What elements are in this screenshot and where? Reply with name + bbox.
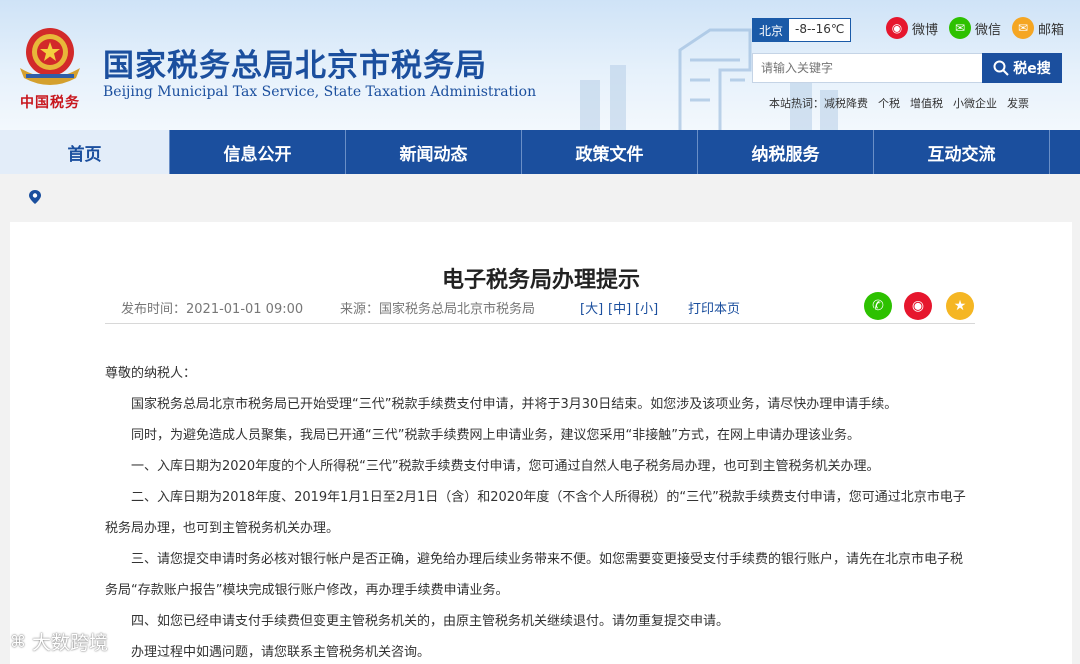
font-size-small[interactable]: [小] [635,298,658,317]
article-meta: 发布时间：2021-01-01 09:00 来源：国家税务总局北京市税务局 [大… [105,298,975,324]
nav-item-info[interactable]: 信息公开 [170,130,346,174]
paragraph: 办理过程中如遇问题，请您联系主管税务机关咨询。 [131,645,431,660]
article-source: 来源：国家税务总局北京市税务局 [340,302,536,317]
publish-time: 发布时间：2021-01-01 09:00 [121,302,304,317]
watermark: ⌘ 大数跨境 [10,628,108,655]
search-button-label: 税e搜 [1013,61,1051,77]
paragraph: 同时，为避免造成人员聚集，我局已开通“三代”税款手续费网上申请业务，建议您采用“… [131,428,860,443]
nav-item-interaction[interactable]: 互动交流 [874,130,1050,174]
weather-temperature: -8--16℃ [789,19,851,41]
paragraph: 国家税务总局北京市税务局已开始受理“三代”税款手续费支付申请，并将于3月30日结… [131,397,898,412]
hot-word[interactable]: 个税 [878,95,900,111]
nav-item-service[interactable]: 纳税服务 [698,130,874,174]
weather-widget: 北京 -8--16℃ [752,18,852,42]
paragraph: 四、如您已经申请支付手续费但变更主管税务机关的，由原主管税务机关继续退付。请勿重… [131,614,730,629]
site-title[interactable]: 国家税务总局北京市税务局 [103,40,487,85]
font-size-medium[interactable]: [中] [608,298,631,317]
emblem-caption: 中国税务 [20,95,80,111]
paragraph: 二、入库日期为2018年度、2019年1月1日至2月1日（含）和2020年度（不… [105,490,966,536]
print-link[interactable]: 打印本页 [688,298,740,317]
article-title: 电子税务局办理提示 [441,268,640,293]
nav-item-home[interactable]: 首页 [0,130,170,174]
weibo-icon: ◉ [886,17,908,39]
paragraph: 三、请您提交申请时务必核对银行帐户是否正确，避免给办理后续业务带来不便。如您需要… [105,552,964,598]
main-nav: 首页 信息公开 新闻动态 政策文件 纳税服务 互动交流 [0,130,1080,174]
wechat-icon: ✉ [949,17,971,39]
weather-city: 北京 [753,19,790,41]
weibo-share-icon[interactable]: ◉ [904,292,932,320]
hot-word[interactable]: 发票 [1007,95,1029,111]
font-size-large[interactable]: [大] [580,298,603,317]
paragraph: 一、入库日期为2020年度的个人所得税“三代”税款手续费支付申请，您可通过自然人… [131,459,880,474]
site-subtitle: Beijing Municipal Tax Service, State Tax… [103,84,537,100]
watermark-logo-icon: ⌘ [10,632,26,651]
wechat-label: 微信 [975,22,1002,38]
search-bar: 税e搜 [752,53,1062,83]
mail-link[interactable]: ✉ 邮箱 [1012,17,1064,39]
article-card: 电子税务局办理提示 发布时间：2021-01-01 09:00 来源：国家税务总… [10,222,1072,664]
favorite-star-icon[interactable]: ★ [946,292,974,320]
nav-item-policy[interactable]: 政策文件 [522,130,698,174]
hot-word[interactable]: 小微企业 [953,95,997,111]
weibo-link[interactable]: ◉ 微博 [886,17,938,39]
search-input[interactable] [752,53,982,83]
mail-icon: ✉ [1012,17,1034,39]
nav-item-news[interactable]: 新闻动态 [346,130,522,174]
mail-label: 邮箱 [1038,22,1065,38]
hot-word[interactable]: 增值税 [910,95,943,111]
weibo-label: 微博 [912,22,939,38]
greeting: 尊敬的纳税人： [105,366,197,381]
wechat-link[interactable]: ✉ 微信 [949,17,1001,39]
tax-emblem-logo [20,28,80,85]
site-header: 中国税务 国家税务总局北京市税务局 Beijing Municipal Tax … [0,0,1080,130]
search-button[interactable]: 税e搜 [982,53,1062,83]
article-body: 尊敬的纳税人： 国家税务总局北京市税务局已开始受理“三代”税款手续费支付申请，并… [105,358,975,664]
wechat-share-icon[interactable]: ✆ [864,292,892,320]
watermark-text: 大数跨境 [32,632,109,654]
search-icon [993,60,1009,76]
hot-words-label[interactable]: 本站热词：减税降费 [769,95,868,111]
location-pin-icon [29,190,41,204]
hot-words: 本站热词：减税降费 个税 增值税 小微企业 发票 [769,95,1029,111]
